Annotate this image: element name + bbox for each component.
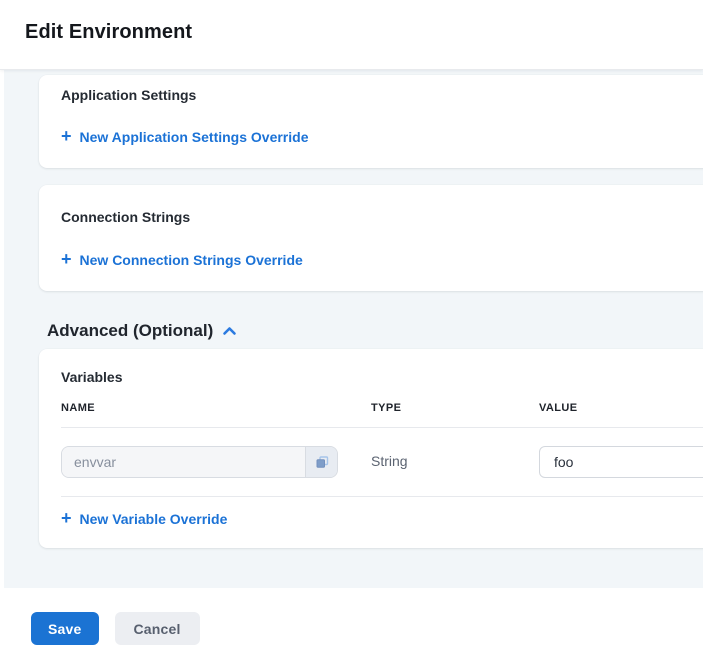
variables-card: Variables NAME TYPE VALUE — [39, 349, 703, 548]
page-title: Edit Environment — [25, 21, 703, 44]
advanced-section-title: Advanced (Optional) — [47, 321, 213, 341]
variable-type-cell: String — [371, 453, 539, 471]
variable-value-input[interactable] — [539, 446, 703, 478]
edit-environment-panel: Edit Environment Application Settings + … — [0, 0, 703, 651]
copy-button[interactable] — [305, 447, 337, 477]
variable-row: String — [61, 427, 703, 497]
new-variable-override-link[interactable]: + New Variable Override — [61, 511, 227, 527]
application-settings-card: Application Settings + New Application S… — [39, 75, 703, 168]
variable-type-text: String — [371, 453, 408, 469]
connection-strings-card: Connection Strings + New Connection Stri… — [39, 185, 703, 291]
column-header-type: TYPE — [371, 402, 539, 414]
variables-table-header: NAME TYPE VALUE — [61, 402, 703, 427]
variable-name-input[interactable] — [62, 447, 305, 477]
plus-icon: + — [61, 511, 72, 525]
new-connection-strings-override-link[interactable]: + New Connection Strings Override — [61, 252, 303, 268]
panel-footer: Save Cancel — [0, 588, 703, 651]
new-application-settings-override-link[interactable]: + New Application Settings Override — [61, 129, 309, 145]
chevron-up-icon — [222, 326, 237, 336]
copy-icon — [315, 455, 329, 469]
advanced-section-toggle[interactable]: Advanced (Optional) — [39, 321, 237, 341]
variables-title: Variables — [61, 369, 703, 385]
plus-icon: + — [61, 252, 72, 266]
new-connection-strings-override-label: New Connection Strings Override — [80, 252, 303, 268]
panel-body: Application Settings + New Application S… — [0, 70, 703, 588]
cancel-button[interactable]: Cancel — [115, 612, 200, 645]
column-header-value: VALUE — [539, 402, 703, 414]
application-settings-title: Application Settings — [61, 87, 703, 103]
connection-strings-title: Connection Strings — [61, 209, 703, 225]
column-header-name: NAME — [61, 402, 371, 414]
new-variable-override-label: New Variable Override — [80, 511, 228, 527]
variable-name-cell — [61, 446, 371, 478]
variable-value-cell — [539, 446, 703, 478]
plus-icon: + — [61, 129, 72, 143]
variable-name-input-group — [61, 446, 338, 478]
panel-header: Edit Environment — [0, 0, 703, 70]
save-button[interactable]: Save — [31, 612, 99, 645]
new-application-settings-override-label: New Application Settings Override — [80, 129, 309, 145]
